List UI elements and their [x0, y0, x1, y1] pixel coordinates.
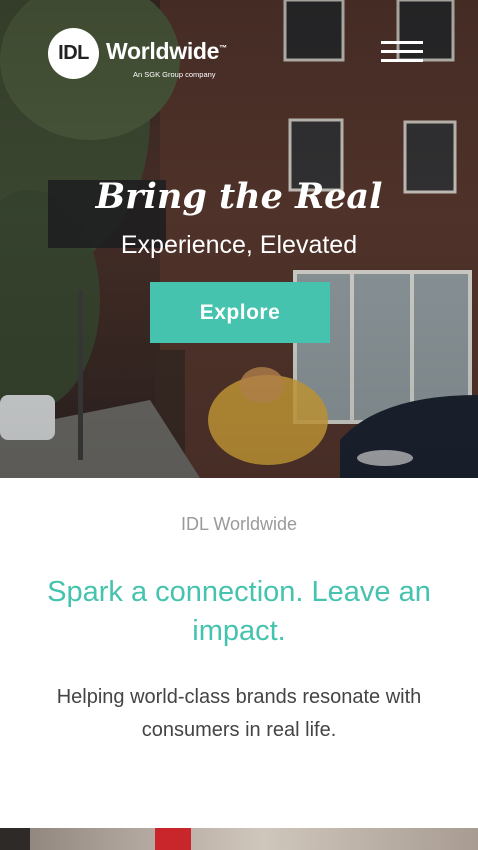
brand-logo[interactable]: IDL Worldwide™ An SGK Group company — [48, 28, 238, 82]
menu-bar — [381, 41, 423, 44]
section-headline: Spark a connection. Leave an impact. — [47, 576, 431, 647]
logo-mark: IDL — [48, 28, 99, 79]
explore-button[interactable]: Explore — [150, 282, 330, 343]
logo-tagline: An SGK Group company — [133, 70, 216, 79]
next-section-image — [0, 828, 478, 850]
hero-subtitle: Experience, Elevated — [120, 231, 358, 259]
image-fragment — [0, 828, 30, 850]
hero-section: IDL Worldwide™ An SGK Group company Brin… — [0, 0, 478, 478]
logo-word-text: Worldwide — [106, 38, 220, 64]
section-body: Helping world-class brands resonate with… — [56, 686, 422, 741]
hero-title: Bring the Real — [95, 176, 383, 217]
logo-wordmark: Worldwide™ — [106, 38, 227, 65]
image-fragment — [155, 828, 191, 850]
logo-trademark: ™ — [219, 43, 227, 53]
menu-bar — [381, 59, 423, 62]
hamburger-menu-icon[interactable] — [381, 38, 425, 66]
section-eyebrow: IDL Worldwide — [180, 514, 298, 534]
menu-bar — [381, 50, 423, 53]
intro-section: IDL Worldwide Spark a connection. Leave … — [0, 478, 478, 828]
